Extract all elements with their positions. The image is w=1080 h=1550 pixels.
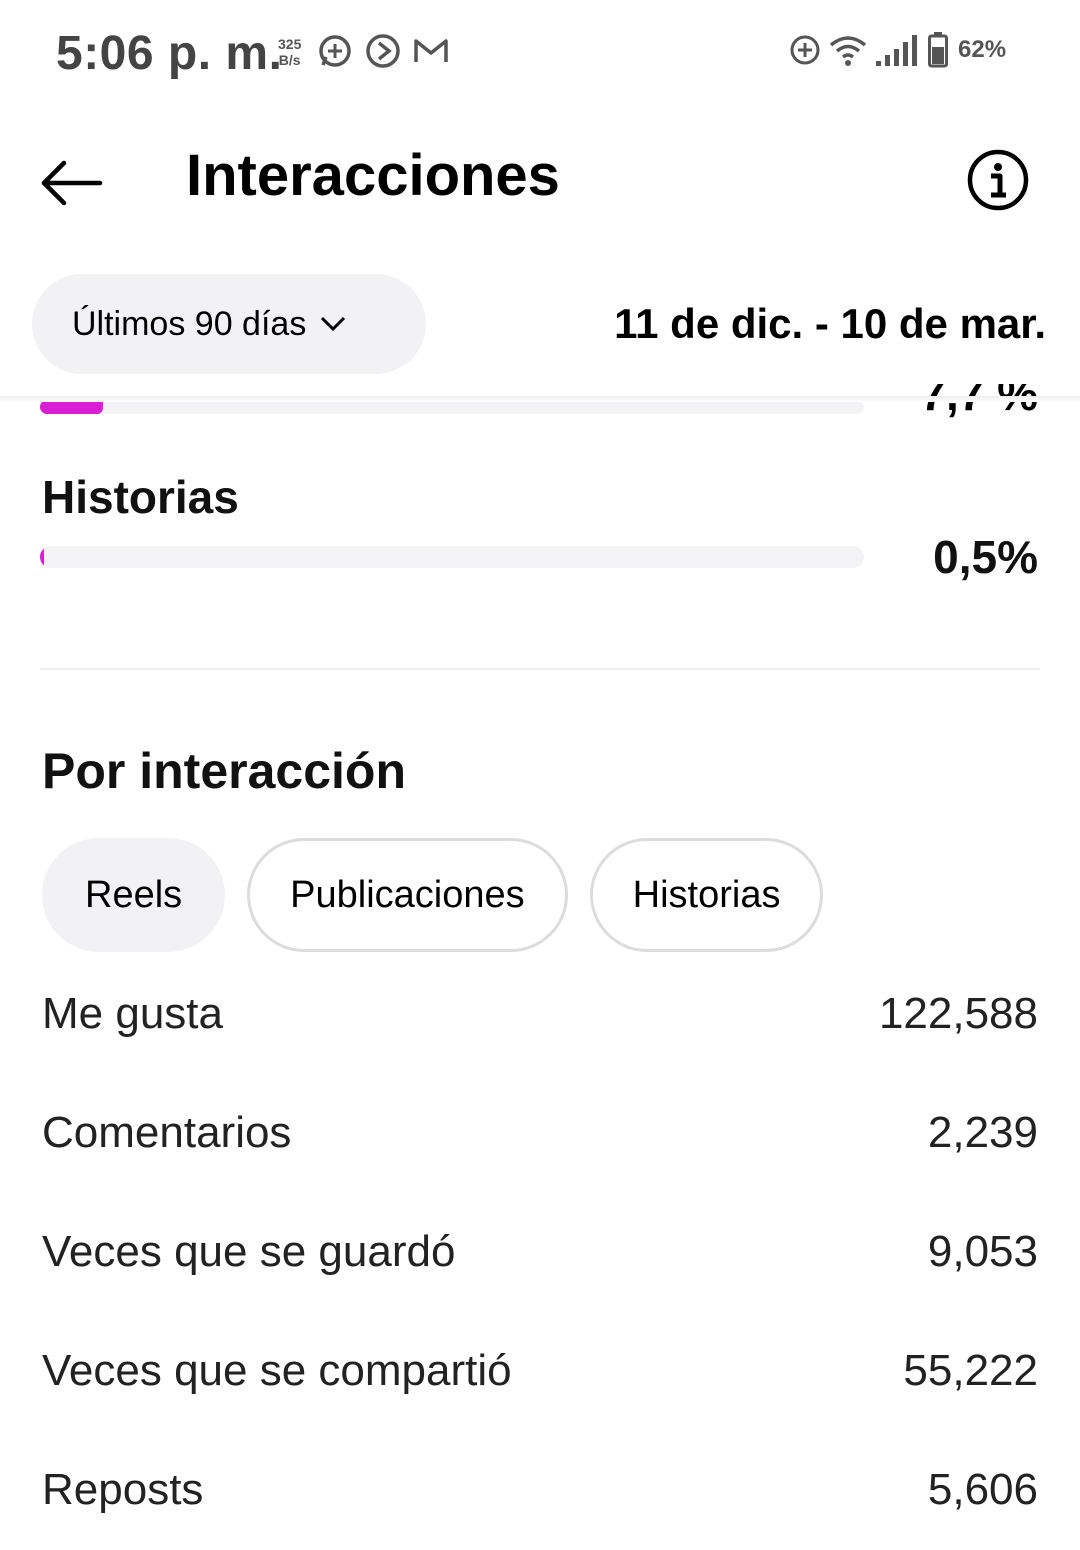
- prev-progress-fill: [40, 400, 104, 414]
- period-dropdown[interactable]: Últimos 90 días: [32, 274, 426, 374]
- gmail-icon: [414, 39, 448, 62]
- network-speed-unit: B/s: [278, 52, 301, 68]
- metric-row: Veces que se guardó 9,053: [42, 1222, 1038, 1282]
- section-divider: [40, 668, 1040, 670]
- tab-historias[interactable]: Historias: [589, 838, 824, 952]
- metric-label: Reposts: [42, 1465, 204, 1514]
- metric-value: 9,053: [927, 1227, 1038, 1276]
- back-arrow-icon[interactable]: [38, 148, 108, 218]
- status-bar: 5:06 p. m. 325 B/s 62%: [0, 0, 1080, 110]
- interaction-tabs: Reels Publicaciones Historias: [42, 838, 824, 952]
- app-header: Interacciones: [0, 120, 1080, 240]
- battery-icon: [928, 32, 948, 68]
- status-time: 5:06 p. m.: [56, 27, 283, 80]
- info-icon[interactable]: [966, 148, 1030, 212]
- battery-percent: 62%: [958, 36, 1007, 63]
- metric-row: Me gusta 122,588: [42, 984, 1038, 1044]
- network-speed-value: 325: [278, 36, 302, 52]
- metric-value: 122,588: [878, 989, 1038, 1038]
- metric-label: Veces que se compartió: [42, 1346, 512, 1395]
- metric-row: Reposts 5,606: [42, 1460, 1038, 1520]
- page-title: Interacciones: [186, 143, 560, 208]
- content-type-percentage: 0,5%: [933, 531, 1038, 583]
- data-saver-icon: [790, 35, 820, 65]
- date-range: 11 de dic. - 10 de mar.: [614, 300, 1046, 347]
- chevron-down-icon: [321, 316, 346, 332]
- metric-value: 2,239: [927, 1108, 1038, 1157]
- network-speed: 325 B/s: [278, 36, 301, 68]
- metric-label: Veces que se guardó: [42, 1227, 456, 1276]
- section-title: Por interacción: [42, 743, 406, 799]
- metric-value: 5,606: [927, 1465, 1038, 1514]
- metric-value: 55,222: [903, 1346, 1038, 1395]
- whatsapp-icon: [319, 35, 351, 67]
- play-icon: [366, 34, 400, 68]
- wifi-icon: [829, 36, 867, 66]
- signal-icon: [876, 35, 917, 66]
- tab-reels[interactable]: Reels: [42, 838, 226, 952]
- metric-label: Comentarios: [42, 1108, 292, 1157]
- progress-track: [40, 546, 864, 568]
- metric-row: Veces que se compartió 55,222: [42, 1341, 1038, 1401]
- progress-fill: [40, 546, 45, 568]
- metric-label: Me gusta: [42, 989, 223, 1038]
- tab-publicaciones[interactable]: Publicaciones: [247, 838, 568, 952]
- period-label: Últimos 90 días: [72, 304, 307, 343]
- prev-progress-track: [40, 400, 864, 414]
- metric-row: Comentarios 2,239: [42, 1103, 1038, 1163]
- content-type-label: Historias: [42, 471, 239, 523]
- sticky-header-shadow: [0, 396, 1080, 402]
